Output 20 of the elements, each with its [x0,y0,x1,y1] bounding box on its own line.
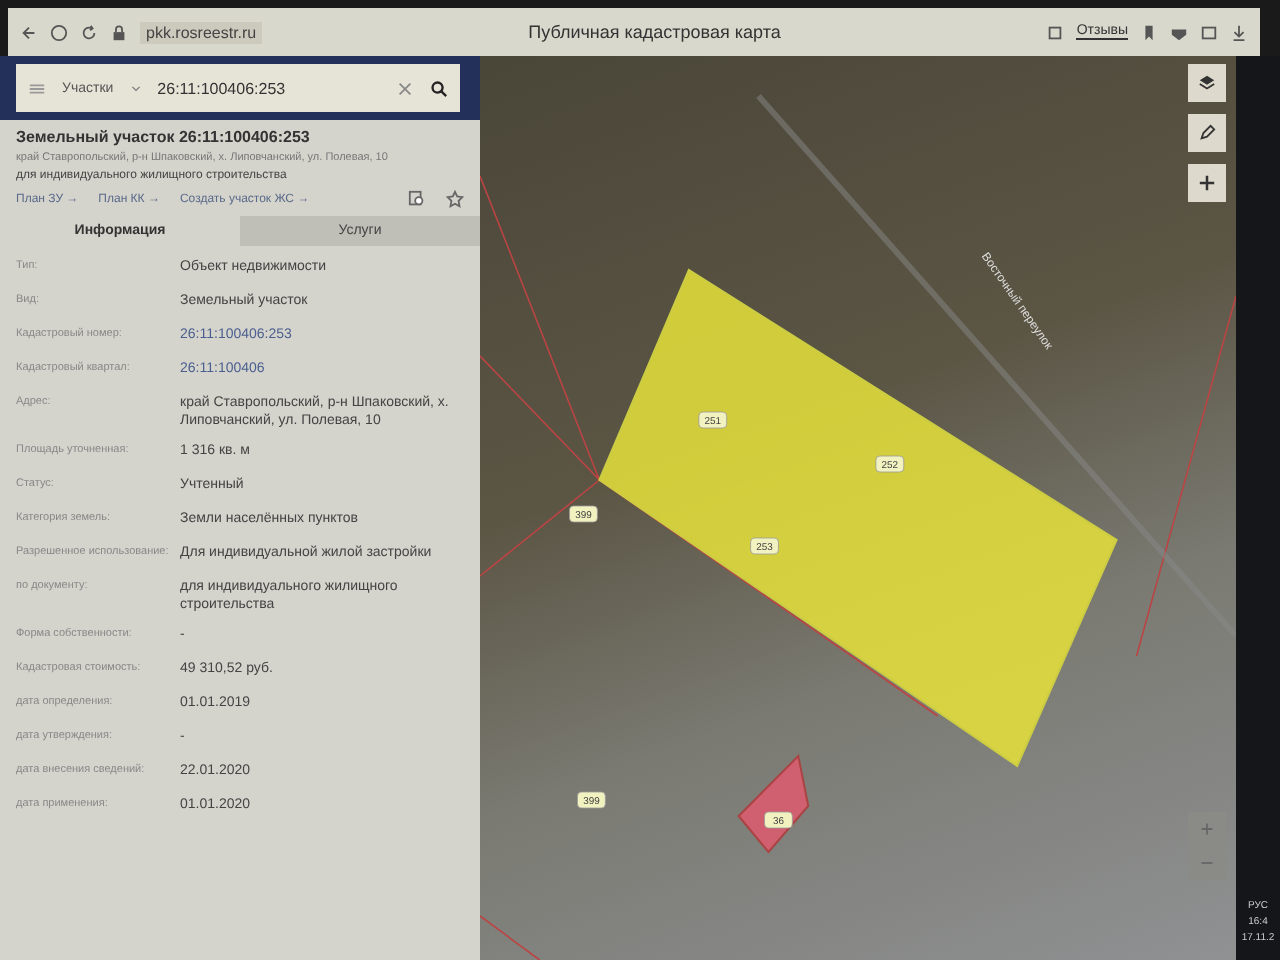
search-value: 26:11:100406:253 [157,79,288,97]
reload-icon[interactable] [80,23,98,41]
pencil-button[interactable] [1188,114,1226,152]
locate-button[interactable] [1188,164,1226,202]
window-icon[interactable] [1200,23,1218,41]
pencil-icon [1198,124,1216,142]
star-icon[interactable] [446,190,464,208]
object-title: Земельный участок 26:11:100406:253 [16,128,312,146]
page-title: Публичная кадастровая карта [526,22,783,42]
zoom-icon[interactable] [408,190,426,208]
lock-icon [110,23,128,41]
close-icon[interactable] [396,79,414,97]
url-field[interactable]: pkk.rosreestr.ru [140,21,263,43]
download-icon[interactable] [1230,23,1248,41]
bookmark-icon[interactable] [1140,23,1158,41]
back-icon[interactable] [20,23,38,41]
search-icon[interactable] [430,79,448,97]
layers-icon [1198,74,1216,92]
layers-button[interactable] [1188,64,1226,102]
caret-icon[interactable] [129,82,142,94]
